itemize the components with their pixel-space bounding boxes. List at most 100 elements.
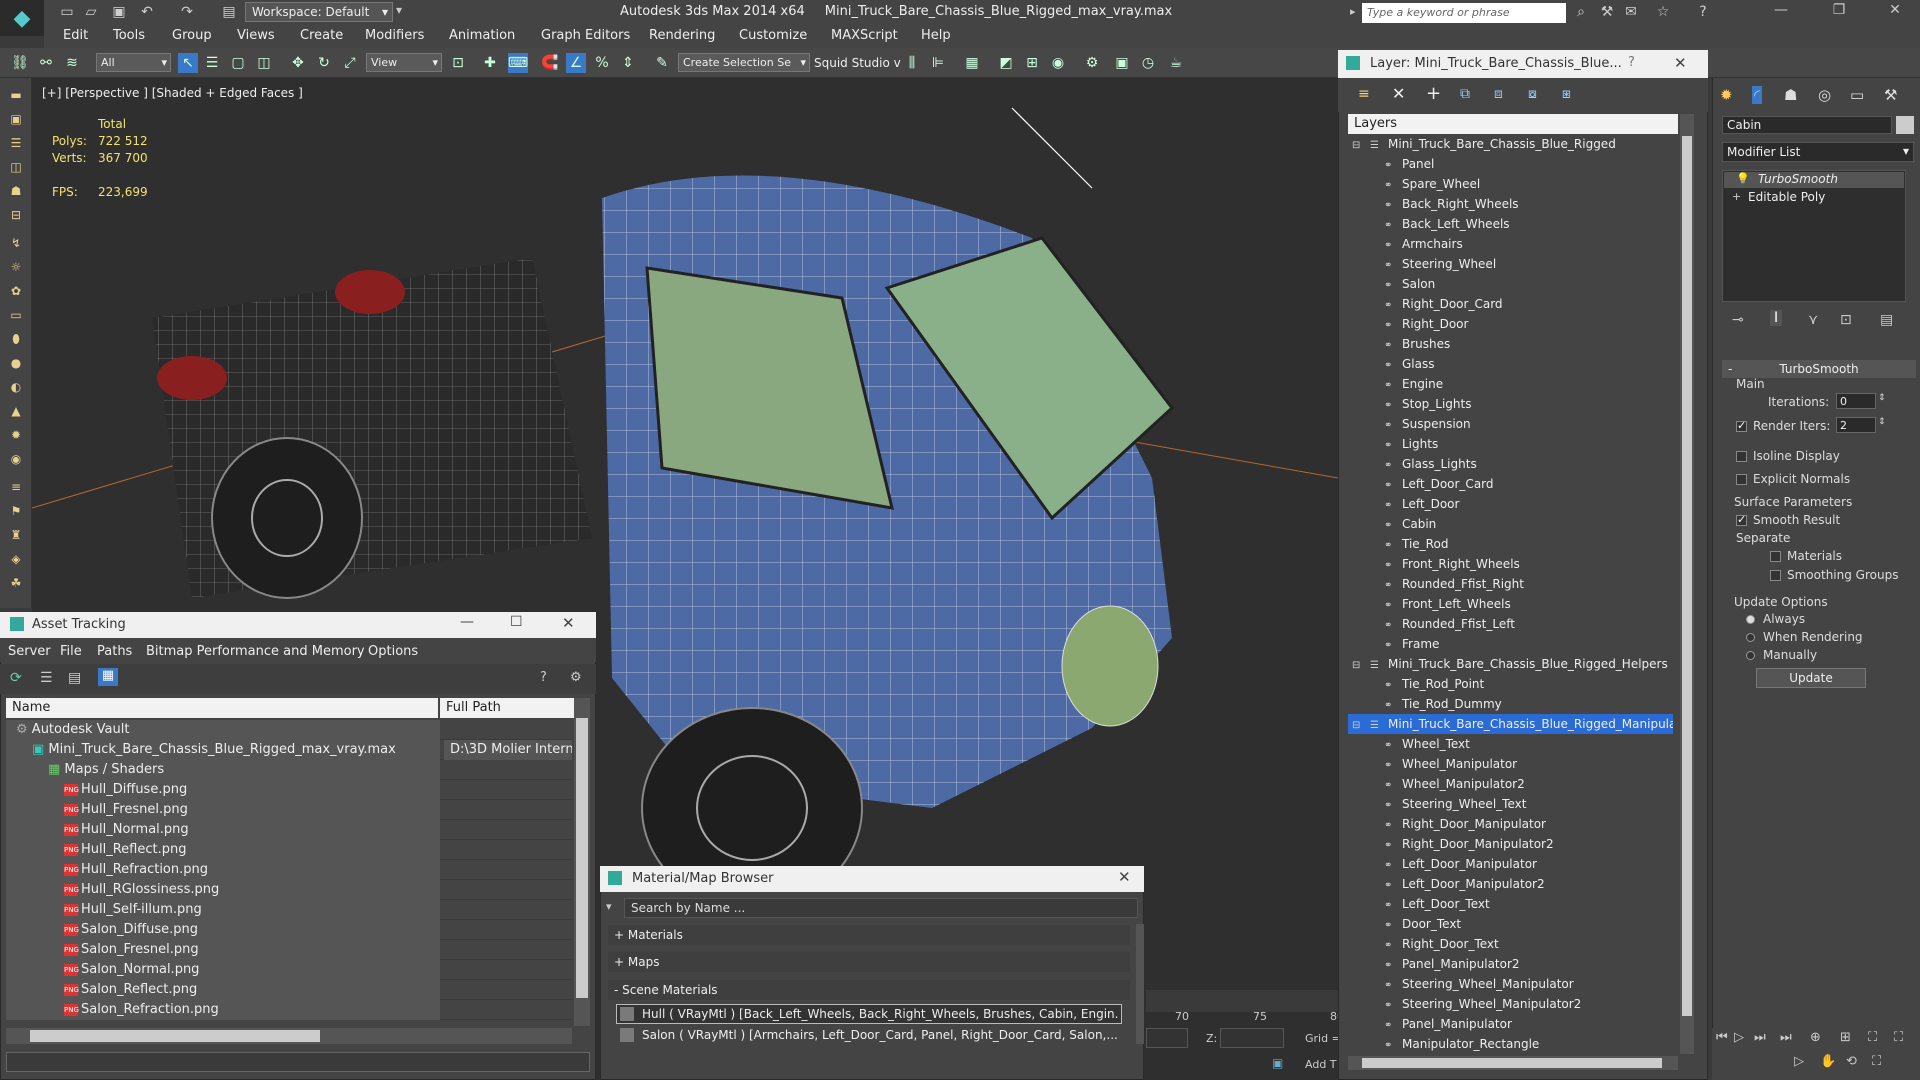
isoline-checkbox[interactable] — [1736, 451, 1747, 462]
layer-item[interactable]: ⚭ Left_Door_Text — [1348, 894, 1673, 914]
strip-tool-icon[interactable]: ♜ — [7, 528, 25, 544]
layer-manager-icon[interactable]: ▦ — [962, 53, 982, 73]
rollout-turbosmooth[interactable]: - TurboSmooth — [1722, 360, 1916, 378]
communication-icon[interactable]: ✉ — [1622, 3, 1640, 21]
open-file-icon[interactable]: ▱ — [82, 3, 100, 21]
utilities-tab-icon[interactable]: ⚒ — [1884, 86, 1897, 104]
asset-row[interactable]: PNG Hull_Diffuse.png — [6, 780, 572, 800]
pan-icon[interactable]: ✋ — [1820, 1054, 1836, 1069]
layer-item[interactable]: ⚭ Panel — [1348, 154, 1673, 174]
stack-item-editable-poly[interactable]: Editable Poly — [1748, 190, 1825, 204]
minimize-icon[interactable]: — — [460, 614, 474, 630]
restore-icon[interactable]: ❐ — [1824, 2, 1854, 22]
keyword-search-input[interactable]: Type a keyword or phrase — [1362, 3, 1566, 23]
smoothing-groups-row[interactable]: Smoothing Groups — [1770, 568, 1898, 582]
strip-tool-icon[interactable]: ⊟ — [7, 208, 25, 224]
strip-tool-icon[interactable]: ✿ — [7, 284, 25, 300]
render-iters-checkbox[interactable] — [1736, 419, 1747, 432]
rotate-icon[interactable]: ↻ — [314, 53, 334, 73]
layer-item[interactable]: ⚭ Brushes — [1348, 334, 1673, 354]
layer-item[interactable]: ⚭ Tie_Rod — [1348, 534, 1673, 554]
layer-item[interactable]: ⚭ Wheel_Manipulator — [1348, 754, 1673, 774]
detail-view-icon[interactable]: ▤ — [68, 670, 81, 686]
orbit-icon[interactable]: ⟲ — [1846, 1054, 1857, 1069]
rendered-frame-icon[interactable]: ▣ — [1112, 53, 1132, 73]
close-icon[interactable]: ✕ — [1880, 2, 1910, 22]
save-icon[interactable]: ▣ — [110, 3, 128, 21]
smoothing-groups-checkbox[interactable] — [1770, 570, 1781, 581]
menu-help[interactable]: Help — [921, 28, 951, 43]
expand-icon[interactable]: + — [1732, 190, 1741, 203]
strip-tool-icon[interactable]: ⚑ — [7, 504, 25, 520]
rect-selection-icon[interactable]: ▢ — [228, 53, 248, 73]
layer-item[interactable]: ⚭ Front_Right_Wheels — [1348, 554, 1673, 574]
menu-group[interactable]: Group — [172, 28, 212, 43]
asset-row[interactable]: PNG Salon_Reflect.png — [6, 980, 572, 1000]
layer-item[interactable]: ⚭ Steering_Wheel — [1348, 254, 1673, 274]
search-expand-icon[interactable]: ▸ — [1350, 5, 1356, 18]
layer-item[interactable]: ⚭ Left_Door_Manipulator2 — [1348, 874, 1673, 894]
refresh-icon[interactable]: ⟳ — [10, 670, 22, 686]
layer-item[interactable]: ⚭ Steering_Wheel_Manipulator2 — [1348, 994, 1673, 1014]
update-button[interactable]: Update — [1756, 668, 1866, 688]
materials-section[interactable]: + Materials — [608, 925, 1130, 945]
help-icon[interactable]: ? — [1694, 3, 1712, 21]
angle-snap-icon[interactable]: ∠ — [566, 53, 586, 73]
asset-row[interactable]: PNG Hull_Normal.png — [6, 820, 572, 840]
play-icon[interactable]: ▷ — [1734, 1030, 1744, 1045]
maximize-icon[interactable]: ☐ — [510, 614, 523, 630]
layer-item[interactable]: ⚭ Right_Door_Manipulator — [1348, 814, 1673, 834]
add-to-layer-icon[interactable]: + — [1426, 83, 1441, 104]
always-radio[interactable] — [1746, 615, 1755, 624]
curve-editor-icon[interactable]: ◩ — [996, 53, 1016, 73]
layer-item[interactable]: ⚭ Back_Left_Wheels — [1348, 214, 1673, 234]
strip-tool-icon[interactable]: ▭ — [7, 308, 25, 324]
strip-tool-icon[interactable]: ▣ — [7, 112, 25, 128]
isoline-row[interactable]: Isoline Display — [1736, 449, 1840, 463]
next-frame-icon[interactable]: ⏭ — [1754, 1030, 1766, 1045]
render-iters-row[interactable]: Render Iters: — [1736, 419, 1830, 433]
favorites-star-icon[interactable]: ☆ — [1654, 3, 1672, 21]
menu-views[interactable]: Views — [237, 28, 275, 43]
project-folder-icon[interactable]: ▤ — [220, 3, 238, 21]
layer-item[interactable]: ⚭ Cabin — [1348, 514, 1673, 534]
modifier-list-dropdown[interactable]: Modifier List ▾ — [1722, 142, 1914, 162]
close-icon[interactable]: ✕ — [562, 614, 575, 632]
spinner-arrows-icon[interactable]: ⇕ — [1878, 417, 1886, 427]
asset-row[interactable]: PNG Salon_Normal.png — [6, 960, 572, 980]
strip-tool-icon[interactable]: ▬ — [7, 88, 25, 104]
strip-tool-icon[interactable]: ⬮ — [7, 332, 25, 348]
edit-named-selection-icon[interactable]: ✎ — [652, 53, 672, 73]
freeze-all-layers-icon[interactable]: ⧆ — [1562, 86, 1571, 102]
modify-tab-icon[interactable]: ◜ — [1752, 86, 1762, 104]
display-tab-icon[interactable]: ▭ — [1850, 86, 1864, 104]
list-view-icon[interactable]: ☰ — [40, 670, 53, 686]
scrollbar-thumb[interactable] — [1682, 136, 1692, 1016]
snap-toggle-icon[interactable]: 🧲 — [540, 53, 560, 73]
new-file-icon[interactable]: ▭ — [58, 3, 76, 21]
layer-item[interactable]: ⚭ Wheel_Manipulator2 — [1348, 774, 1673, 794]
asset-row[interactable]: PNG Hull_RGlossiness.png — [6, 880, 572, 900]
zoom-extents-icon[interactable]: ⛶ — [1868, 1030, 1877, 1045]
select-layer-objects-icon[interactable]: ⧉ — [1460, 86, 1470, 102]
when-rendering-radio[interactable] — [1746, 633, 1755, 642]
asset-menu-server[interactable]: Server — [8, 644, 51, 659]
layer-item[interactable]: ⚭ Steering_Wheel_Manipulator — [1348, 974, 1673, 994]
layer-item[interactable]: ⚭ Lights — [1348, 434, 1673, 454]
collapse-icon[interactable]: ⊟ — [1352, 716, 1364, 734]
field-of-view-icon[interactable]: ▷ — [1794, 1054, 1804, 1069]
layer-item[interactable]: ⚭ Back_Right_Wheels — [1348, 194, 1673, 214]
strip-tool-icon[interactable]: ◐ — [7, 380, 25, 396]
layer-item[interactable]: ⚭ Front_Left_Wheels — [1348, 594, 1673, 614]
asset-row[interactable]: PNG Hull_Reflect.png — [6, 840, 572, 860]
menu-tools[interactable]: Tools — [113, 28, 145, 43]
zoom-all-icon[interactable]: ⊞ — [1840, 1030, 1851, 1045]
configure-sets-icon[interactable]: ▤ — [1880, 312, 1893, 328]
layer-item[interactable]: ⚭ Rounded_Ffist_Right — [1348, 574, 1673, 594]
layer-item[interactable]: ⚭ Right_Door_Manipulator2 — [1348, 834, 1673, 854]
layer-item[interactable]: ⚭ Wheel_Text — [1348, 734, 1673, 754]
layer-item[interactable]: ⚭ Tie_Rod_Point — [1348, 674, 1673, 694]
layer-item[interactable]: ⚭ Rounded_Ffist_Left — [1348, 614, 1673, 634]
layer-item[interactable]: ⚭ Glass_Lights — [1348, 454, 1673, 474]
minimize-icon[interactable]: — — [1766, 2, 1796, 22]
